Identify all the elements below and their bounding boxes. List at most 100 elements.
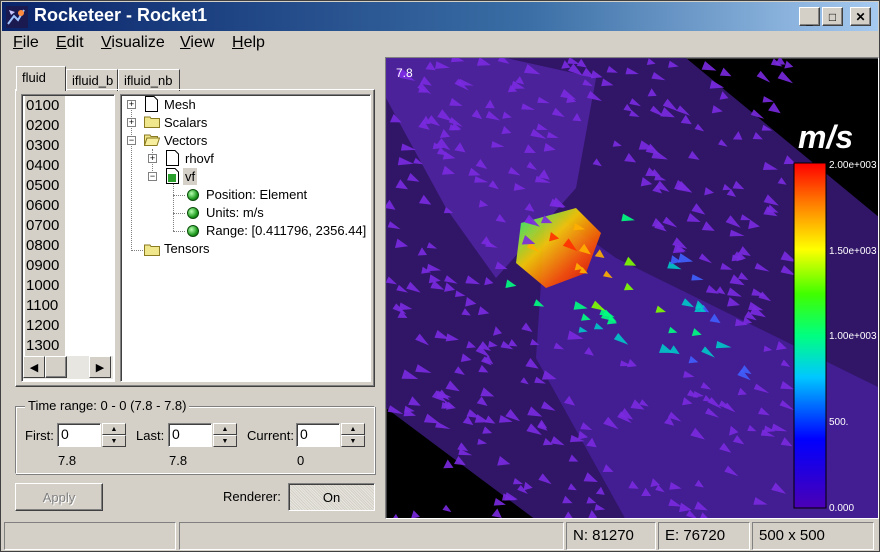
tab-ifluid-nb[interactable]: ifluid_nb: [118, 69, 180, 91]
tree-node-position[interactable]: Position: Element: [206, 186, 307, 203]
block-list[interactable]: 0100 0200 0300 0400 0500 0600 0700 0800 …: [21, 94, 115, 382]
menu-file[interactable]: File: [13, 34, 39, 52]
tree-node-vectors[interactable]: Vectors: [164, 132, 207, 149]
list-item[interactable]: 0900: [25, 256, 65, 276]
close-button[interactable]: ✕: [850, 7, 871, 26]
scale-label: 1.50e+003: [829, 246, 877, 257]
list-item[interactable]: 0100: [25, 96, 65, 116]
list-item[interactable]: 1300: [25, 336, 65, 356]
renderer-toggle[interactable]: On: [288, 483, 375, 511]
attribute-tree[interactable]: + Mesh + Scalars − Vectors + rhovf − vf …: [120, 94, 371, 382]
vector-arrow: [756, 70, 771, 83]
minimize-button[interactable]: _: [799, 7, 820, 26]
scale-label-max: 2.00e+003: [829, 160, 877, 171]
last-label: Last:: [136, 428, 165, 443]
vector-field-render[interactable]: m/s 2.00e+003 1.50e+003 1.00e+003 500. 0…: [386, 58, 879, 519]
units-title: m/s: [798, 119, 853, 155]
vector-arrow: [777, 71, 793, 84]
menu-view-label: iew: [190, 34, 215, 51]
spin-down-icon[interactable]: ▼: [213, 435, 237, 447]
tree-node-mesh[interactable]: Mesh: [164, 96, 196, 113]
spin-up-icon[interactable]: ▲: [102, 423, 126, 435]
attribute-icon: [187, 225, 199, 237]
maximize-icon: □: [828, 9, 837, 24]
current-spinbox[interactable]: 0 ▲ ▼: [296, 423, 365, 447]
apply-button[interactable]: Apply: [15, 483, 103, 511]
collapse-icon[interactable]: −: [127, 136, 136, 145]
menu-visualize[interactable]: Visualize: [101, 34, 165, 52]
expand-icon[interactable]: +: [127, 100, 136, 109]
tree-node-units[interactable]: Units: m/s: [206, 204, 264, 221]
list-item[interactable]: 0600: [25, 196, 65, 216]
spin-up-icon[interactable]: ▲: [213, 423, 237, 435]
list-item[interactable]: 1100: [25, 296, 65, 316]
tree-node-vf[interactable]: vf: [183, 168, 198, 185]
tree-line: [173, 183, 174, 231]
document-icon: [145, 96, 158, 112]
scroll-right-button[interactable]: ▶: [89, 356, 111, 378]
list-item[interactable]: 0200: [25, 116, 65, 136]
tree-line: [173, 213, 185, 214]
status-render-size: 500 x 500: [752, 522, 874, 550]
tree-line: [173, 195, 185, 196]
current-spin-buttons[interactable]: ▲ ▼: [341, 423, 365, 447]
maximize-button[interactable]: □: [822, 7, 843, 26]
render-viewport[interactable]: m/s 2.00e+003 1.50e+003 1.00e+003 500. 0…: [385, 57, 879, 519]
spin-down-icon[interactable]: ▼: [341, 435, 365, 447]
scroll-thumb[interactable]: [45, 356, 67, 378]
first-label: First:: [25, 428, 54, 443]
time-range-title: Time range: 0 - 0 (7.8 - 7.8): [25, 398, 190, 413]
scale-label: 1.00e+003: [829, 331, 877, 342]
list-item[interactable]: 1000: [25, 276, 65, 296]
window-title: Rocketeer - Rocket1: [34, 5, 208, 25]
list-horizontal-scrollbar[interactable]: ◀ ▶: [23, 356, 113, 379]
current-input[interactable]: 0: [296, 423, 340, 447]
attribute-icon: [187, 189, 199, 201]
last-input[interactable]: 0: [168, 423, 212, 447]
tab-fluid[interactable]: fluid: [16, 66, 66, 91]
document-green-icon: [166, 168, 179, 184]
expand-icon[interactable]: +: [148, 154, 157, 163]
vector-arrow: [491, 508, 502, 518]
first-input[interactable]: 0: [57, 423, 101, 447]
spin-down-icon[interactable]: ▼: [102, 435, 126, 447]
vector-arrow: [411, 510, 420, 518]
arrow-right-icon: ▶: [95, 361, 105, 374]
status-element-count: E: 76720: [658, 522, 750, 550]
scroll-left-button[interactable]: ◀: [23, 356, 45, 378]
list-item[interactable]: 0800: [25, 236, 65, 256]
status-pane-message: [179, 522, 564, 550]
menu-help-label: elp: [243, 34, 265, 51]
tree-node-scalars[interactable]: Scalars: [164, 114, 207, 131]
expand-icon[interactable]: +: [127, 118, 136, 127]
list-item[interactable]: 0400: [25, 156, 65, 176]
vector-arrow: [762, 96, 774, 103]
arrow-left-icon: ◀: [29, 361, 39, 374]
tree-node-rhovf[interactable]: rhovf: [185, 150, 214, 167]
open-folder-icon: [144, 134, 160, 146]
list-item[interactable]: 1200: [25, 316, 65, 336]
last-spinbox[interactable]: 0 ▲ ▼: [168, 423, 237, 447]
menu-view[interactable]: View: [180, 34, 214, 52]
tree-node-range[interactable]: Range: [0.411796, 2356.44]: [206, 222, 366, 239]
list-item[interactable]: 0700: [25, 216, 65, 236]
tab-ifluid-b[interactable]: ifluid_b: [66, 69, 118, 91]
spin-up-icon[interactable]: ▲: [341, 423, 365, 435]
menu-help[interactable]: Help: [232, 34, 265, 52]
vector-arrow: [709, 80, 725, 89]
last-time-value: 7.8: [169, 453, 188, 468]
title-bar[interactable]: Rocketeer - Rocket1 _ □ ✕: [2, 2, 878, 31]
tree-node-tensors[interactable]: Tensors: [164, 240, 210, 257]
list-item[interactable]: 0500: [25, 176, 65, 196]
menu-view-accel: V: [180, 34, 191, 51]
last-spin-buttons[interactable]: ▲ ▼: [213, 423, 237, 447]
list-item[interactable]: 0300: [25, 136, 65, 156]
vector-arrow: [768, 102, 781, 114]
menu-edit[interactable]: Edit: [56, 34, 84, 52]
first-spin-buttons[interactable]: ▲ ▼: [102, 423, 126, 447]
tree-line: [173, 231, 185, 232]
first-spinbox[interactable]: 0 ▲ ▼: [57, 423, 126, 447]
collapse-icon[interactable]: −: [148, 172, 157, 181]
status-node-count: N: 81270: [566, 522, 656, 550]
folder-icon: [144, 116, 160, 128]
